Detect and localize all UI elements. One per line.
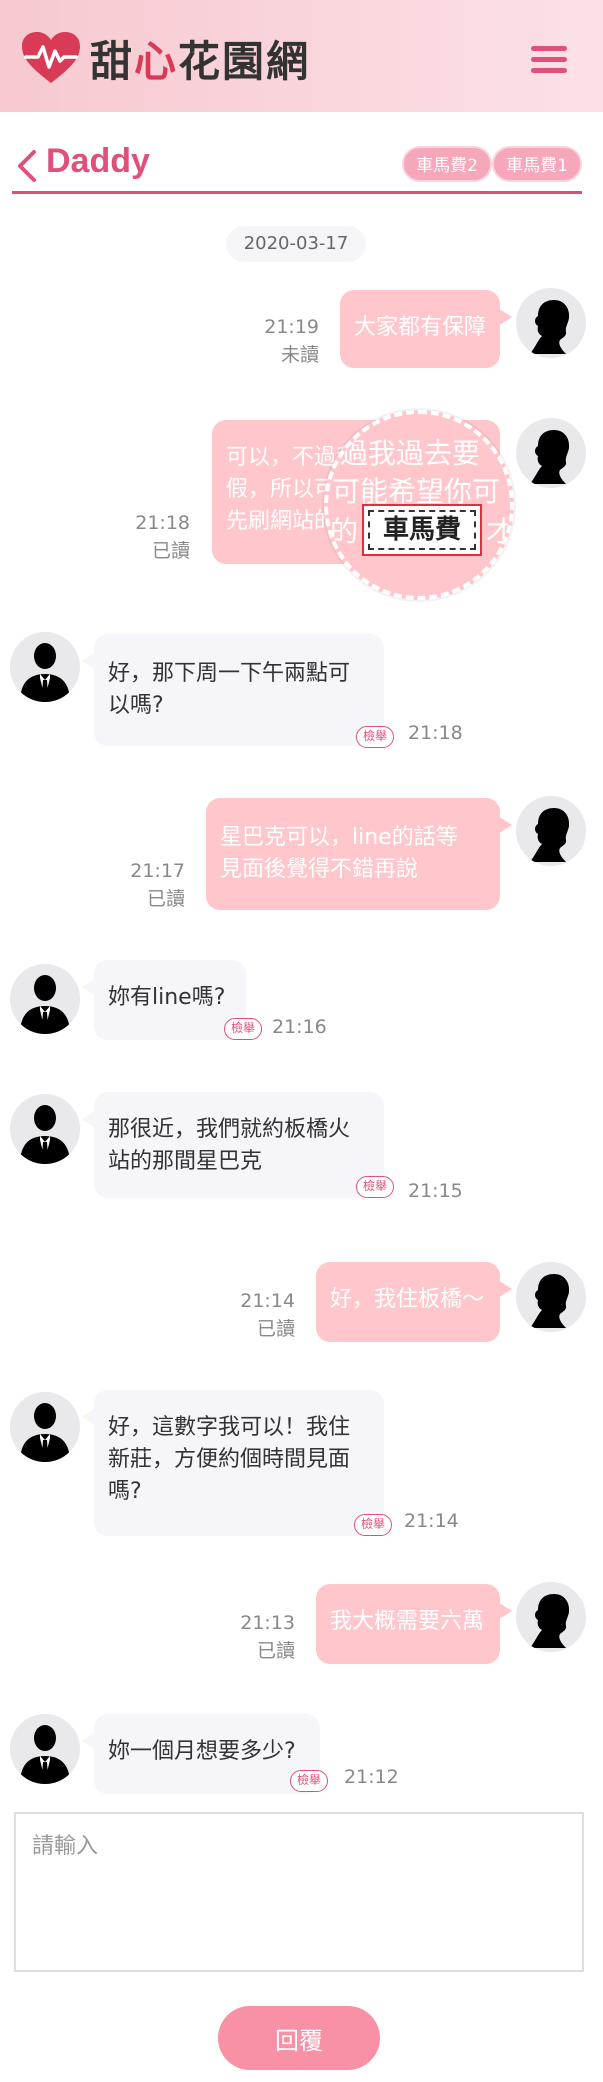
reply-button[interactable]: 回覆 [218,2006,380,2070]
message-time: 21:14 [240,1290,295,1312]
highlight-label: 車馬費 [362,504,482,556]
read-status: 已讀 [146,887,185,910]
message-meta: 21:13 已讀 [240,1610,295,1665]
report-button[interactable]: 檢舉 [290,1770,329,1792]
partner-avatar[interactable] [10,1714,80,1784]
message-text-line: 嗎? [108,1478,142,1504]
hamburger-icon[interactable] [531,46,567,74]
tag-chemafei-1[interactable]: 車馬費1 [492,146,582,182]
message-text: 妳一個月想要多少? [108,1739,296,1764]
chevron-left-icon[interactable] [12,146,42,186]
message-text-line: 星巴克可以，line的話等 [220,825,458,850]
my-avatar[interactable] [516,796,586,866]
message-time: 21:19 [264,316,319,338]
tag-chemafei-2[interactable]: 車馬費2 [402,146,492,182]
message-time: 21:15 [408,1180,463,1202]
message-time: 21:18 [135,512,190,534]
message-input[interactable] [14,1812,584,1972]
message-text-line: 好，那下周一下午兩點可 [108,661,351,686]
logo[interactable]: 甜心花園網 [20,28,310,88]
app-header: 甜心花園網 [0,0,603,112]
page-title: Daddy [46,142,150,180]
heart-pulse-icon [22,32,80,83]
message-time: 21:17 [130,860,185,882]
magnified-text: 過我過去要 [340,437,481,470]
message-time: 21:12 [344,1766,399,1788]
message-text-line: 好，這數字我可以！我住 [108,1415,351,1440]
message-time: 21:16 [272,1016,327,1038]
report-button[interactable]: 檢舉 [224,1018,263,1040]
my-avatar[interactable] [516,1582,586,1652]
message-text: 我大概需要六萬 [330,1609,485,1634]
report-button[interactable]: 檢舉 [356,1176,395,1198]
message-text: 大家都有保障 [354,315,487,340]
partner-avatar[interactable] [10,964,80,1034]
magnifier-overlay: 過我過去要 可能希望你可 的 才去 車馬費 [324,410,514,600]
message-text: 妳有line嗎? [108,985,226,1010]
message-bubble: 我大概需要六萬 [316,1584,512,1664]
date-divider: 2020-03-17 [226,226,366,262]
message-bubble: 好，這數字我可以！我住 新莊，方便約個時間見面 嗎? [82,1390,384,1536]
read-status: 已讀 [151,539,190,562]
report-button[interactable]: 檢舉 [356,726,395,748]
report-button[interactable]: 檢舉 [354,1514,393,1536]
message-bubble: 那很近，我們就約板橋火 站的那間星巴克 [82,1092,384,1198]
my-avatar[interactable] [516,1262,586,1332]
partner-avatar[interactable] [10,1094,80,1164]
message-meta: 21:17 已讀 [130,858,185,913]
message-bubble: 好，那下周一下午兩點可 以嗎? [82,634,384,746]
magnified-text: 才去 [486,515,514,548]
read-status: 已讀 [256,1317,295,1340]
message-bubble: 星巴克可以，line的話等 見面後覺得不錯再說 [206,798,512,910]
conversation-header: Daddy 車馬費2 車馬費1 [12,138,582,194]
message-time: 21:13 [240,1612,295,1634]
my-avatar[interactable] [516,418,586,488]
message-time: 21:14 [404,1510,459,1532]
message-text-line: 新莊，方便約個時間見面 [108,1446,351,1472]
message-text-line: 見面後覺得不錯再說 [220,856,419,882]
partner-avatar[interactable] [10,1392,80,1462]
message-bubble: 妳一個月想要多少? [82,1714,320,1794]
partner-avatar[interactable] [10,632,80,702]
logo-text: 甜心花園網 [90,36,311,86]
message-bubble: 大家都有保障 [340,290,512,368]
message-text-line: 以嗎? [108,692,164,718]
message-text: 好，我住板橋～ [330,1287,485,1312]
message-time: 21:18 [408,722,463,744]
magnified-text: 的 [330,515,359,548]
message-meta: 21:18 已讀 [135,510,190,565]
read-status: 已讀 [256,1639,295,1662]
message-meta: 21:19 未讀 [264,314,319,369]
message-text-line: 那很近，我們就約板橋火 [108,1117,351,1142]
message-meta: 21:14 已讀 [240,1288,295,1343]
my-avatar[interactable] [516,288,586,358]
message-bubble: 好，我住板橋～ [316,1262,512,1342]
read-status: 未讀 [280,343,319,366]
message-text-line: 站的那間星巴克 [108,1148,263,1174]
